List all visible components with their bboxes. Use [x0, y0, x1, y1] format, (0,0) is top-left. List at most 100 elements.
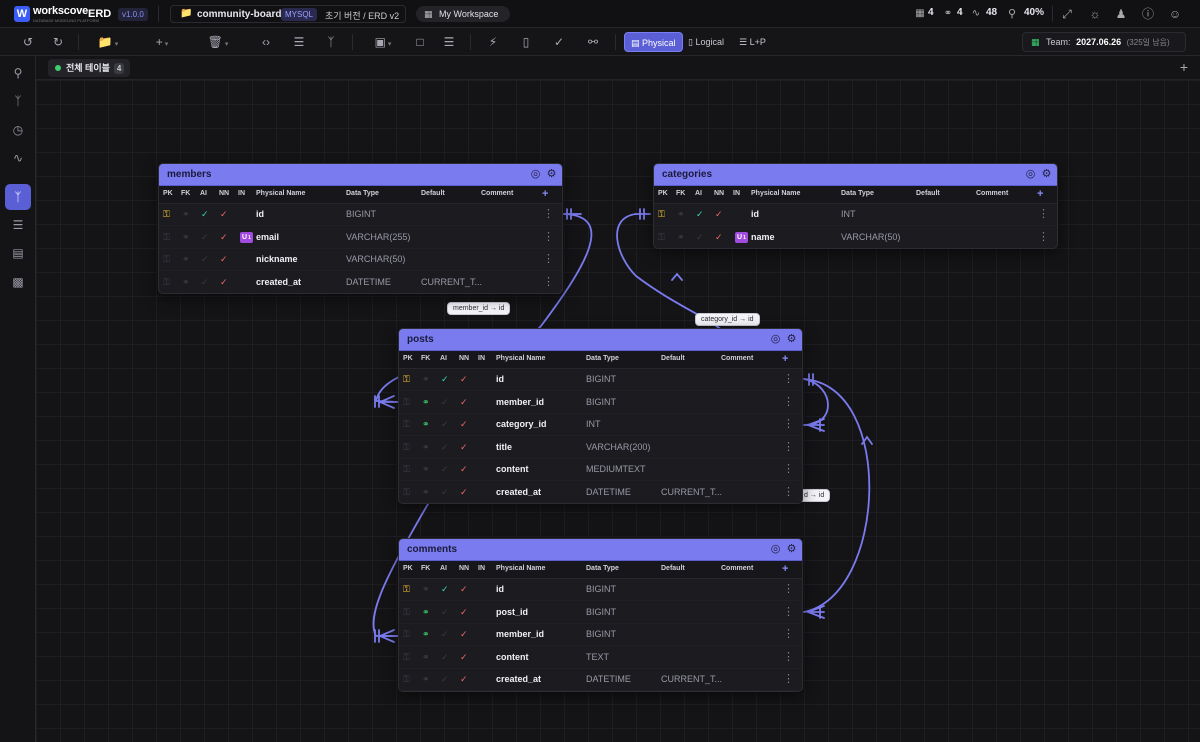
settings-icon[interactable]: ⚙	[785, 333, 798, 346]
folder-menu-icon[interactable]: 📁 ▾	[94, 34, 122, 50]
data-type[interactable]: DATETIME	[586, 674, 631, 684]
key-icon[interactable]: ⚿	[403, 607, 410, 618]
check-icon[interactable]: ✓	[220, 232, 228, 243]
table-posts[interactable]: posts ◎ ⚙ PK FK AI NN IN Physical Name Data Type D…	[398, 328, 803, 504]
check-icon[interactable]: ✓	[460, 442, 468, 453]
list-icon[interactable]: ☰	[441, 34, 457, 50]
code-icon[interactable]: ‹›	[258, 34, 274, 50]
layers-icon[interactable]: ☰	[291, 34, 307, 50]
check-icon[interactable]: ✓	[220, 254, 228, 265]
link-icon[interactable]: ⚭	[182, 254, 190, 265]
link-icon[interactable]: ⚭	[422, 584, 430, 595]
check-icon[interactable]: ✓	[696, 232, 704, 243]
check-icon[interactable]: ✓	[715, 232, 723, 243]
focus-icon[interactable]: ◎	[1024, 168, 1037, 181]
key-icon[interactable]: ⚿	[658, 232, 665, 243]
link-icon[interactable]: ⚭	[422, 629, 430, 640]
link-icon[interactable]: ⚭	[422, 674, 430, 685]
check-icon[interactable]: ✓	[201, 254, 209, 265]
list-icon[interactable]: ☰	[8, 215, 28, 235]
check-icon[interactable]: ✓	[441, 584, 449, 595]
table-row[interactable]: ⚿ ⚭ ✓ ✓ member_id BIGINT ⋮	[399, 392, 802, 414]
check-circle-icon[interactable]: ✓	[551, 34, 567, 50]
data-type[interactable]: VARCHAR(255)	[346, 232, 410, 242]
data-type[interactable]: MEDIUMTEXT	[586, 464, 646, 474]
add-column-button[interactable]: +	[782, 563, 788, 575]
delete-menu-icon[interactable]: 🗑 ▾	[204, 34, 232, 50]
physical-name[interactable]: created_at	[256, 277, 301, 287]
relation-label[interactable]: category_id → id	[695, 313, 760, 326]
key-icon[interactable]: ⚿	[403, 397, 410, 408]
default-value[interactable]: CURRENT_T...	[661, 674, 722, 684]
physical-name[interactable]: id	[496, 374, 504, 384]
check-icon[interactable]: ✓	[460, 464, 468, 475]
branch-icon[interactable]: ᛉ	[323, 34, 339, 50]
layout-menu-icon[interactable]: ▣ ▾	[369, 34, 397, 50]
physical-name[interactable]: category_id	[496, 419, 547, 429]
physical-name[interactable]: post_id	[496, 607, 528, 617]
add-menu-icon[interactable]: + ▾	[148, 34, 176, 50]
row-menu-icon[interactable]: ⋮	[543, 207, 554, 220]
activity-icon[interactable]: ∿	[8, 148, 28, 168]
data-type[interactable]: BIGINT	[586, 374, 616, 384]
table-row[interactable]: ⚿ ⚭ ✓ ✓ id BIGINT ⋮	[399, 579, 802, 601]
data-type[interactable]: DATETIME	[346, 277, 391, 287]
physical-name[interactable]: id	[496, 584, 504, 594]
workspace-button[interactable]: ▦ My Workspace	[416, 6, 510, 22]
key-icon[interactable]: ⚿	[403, 674, 410, 685]
physical-name[interactable]: member_id	[496, 629, 544, 639]
link-icon[interactable]: ⚭	[422, 464, 430, 475]
share-icon[interactable]: ⚯	[585, 34, 601, 50]
data-type[interactable]: BIGINT	[586, 397, 616, 407]
book-icon[interactable]: ▯	[518, 34, 534, 50]
check-icon[interactable]: ✓	[441, 374, 449, 385]
row-menu-icon[interactable]: ⋮	[783, 417, 794, 430]
check-icon[interactable]: ✓	[220, 209, 228, 220]
physical-name[interactable]: created_at	[496, 674, 541, 684]
fullscreen-icon[interactable]: ⤢	[1059, 6, 1075, 22]
key-icon[interactable]: ⚿	[403, 419, 410, 430]
table-comments[interactable]: comments ◎ ⚙ PK FK AI NN IN Physical Name Data Ty…	[398, 538, 803, 692]
table-row[interactable]: ⚿ ⚭ ✓ ✓ id BIGINT ⋮	[399, 369, 802, 391]
row-menu-icon[interactable]: ⋮	[783, 440, 794, 453]
table-row[interactable]: ⚿ ⚭ ✓ ✓ id BIGINT ⋮	[159, 204, 562, 226]
row-menu-icon[interactable]: ⋮	[783, 605, 794, 618]
add-column-button[interactable]: +	[1037, 188, 1043, 200]
help-icon[interactable]: ⓘ	[1140, 6, 1156, 22]
physical-name[interactable]: id	[256, 209, 264, 219]
data-type[interactable]: INT	[586, 419, 601, 429]
data-type[interactable]: BIGINT	[586, 607, 616, 617]
key-icon[interactable]: ⚿	[403, 487, 410, 498]
data-type[interactable]: DATETIME	[586, 487, 631, 497]
table-categories[interactable]: categories ◎ ⚙ PK FK AI NN IN Physical Name Data …	[653, 163, 1058, 249]
add-column-button[interactable]: +	[782, 353, 788, 365]
check-icon[interactable]: ✓	[460, 674, 468, 685]
data-type[interactable]: VARCHAR(50)	[841, 232, 900, 242]
settings-icon[interactable]: ⚙	[1040, 168, 1053, 181]
data-type[interactable]: VARCHAR(200)	[586, 442, 650, 452]
link-icon[interactable]: ⚭	[422, 374, 430, 385]
git-branch-icon[interactable]: ᛉ	[8, 91, 28, 111]
project-selector[interactable]: 📁 community-board MYSQL 초기 버전 / ERD v2	[170, 5, 406, 23]
user-icon[interactable]: ☺	[1167, 6, 1183, 22]
chart-icon[interactable]: ▩	[8, 272, 28, 292]
check-icon[interactable]: ✓	[441, 629, 449, 640]
square-icon[interactable]: □	[412, 34, 428, 50]
history-icon[interactable]: ◷	[8, 120, 28, 140]
table-members[interactable]: members ◎ ⚙ PK FK AI NN IN Physical Name Data Typ…	[158, 163, 563, 294]
relation-label[interactable]: member_id → id	[447, 302, 511, 315]
sun-icon[interactable]: ☼	[1087, 6, 1103, 22]
link-icon[interactable]: ⚭	[182, 277, 190, 288]
table-row[interactable]: ⚿ ⚭ ✓ ✓ category_id INT ⋮	[399, 414, 802, 436]
link-icon[interactable]: ⚭	[422, 397, 430, 408]
default-value[interactable]: CURRENT_T...	[421, 277, 482, 287]
focus-icon[interactable]: ◎	[769, 333, 782, 346]
data-type[interactable]: INT	[841, 209, 856, 219]
add-column-button[interactable]: +	[542, 188, 548, 200]
check-icon[interactable]: ✓	[201, 209, 209, 220]
physical-name[interactable]: content	[496, 652, 529, 662]
data-type[interactable]: BIGINT	[346, 209, 376, 219]
key-icon[interactable]: ⚿	[163, 254, 170, 265]
check-icon[interactable]: ✓	[441, 442, 449, 453]
row-menu-icon[interactable]: ⋮	[783, 485, 794, 498]
